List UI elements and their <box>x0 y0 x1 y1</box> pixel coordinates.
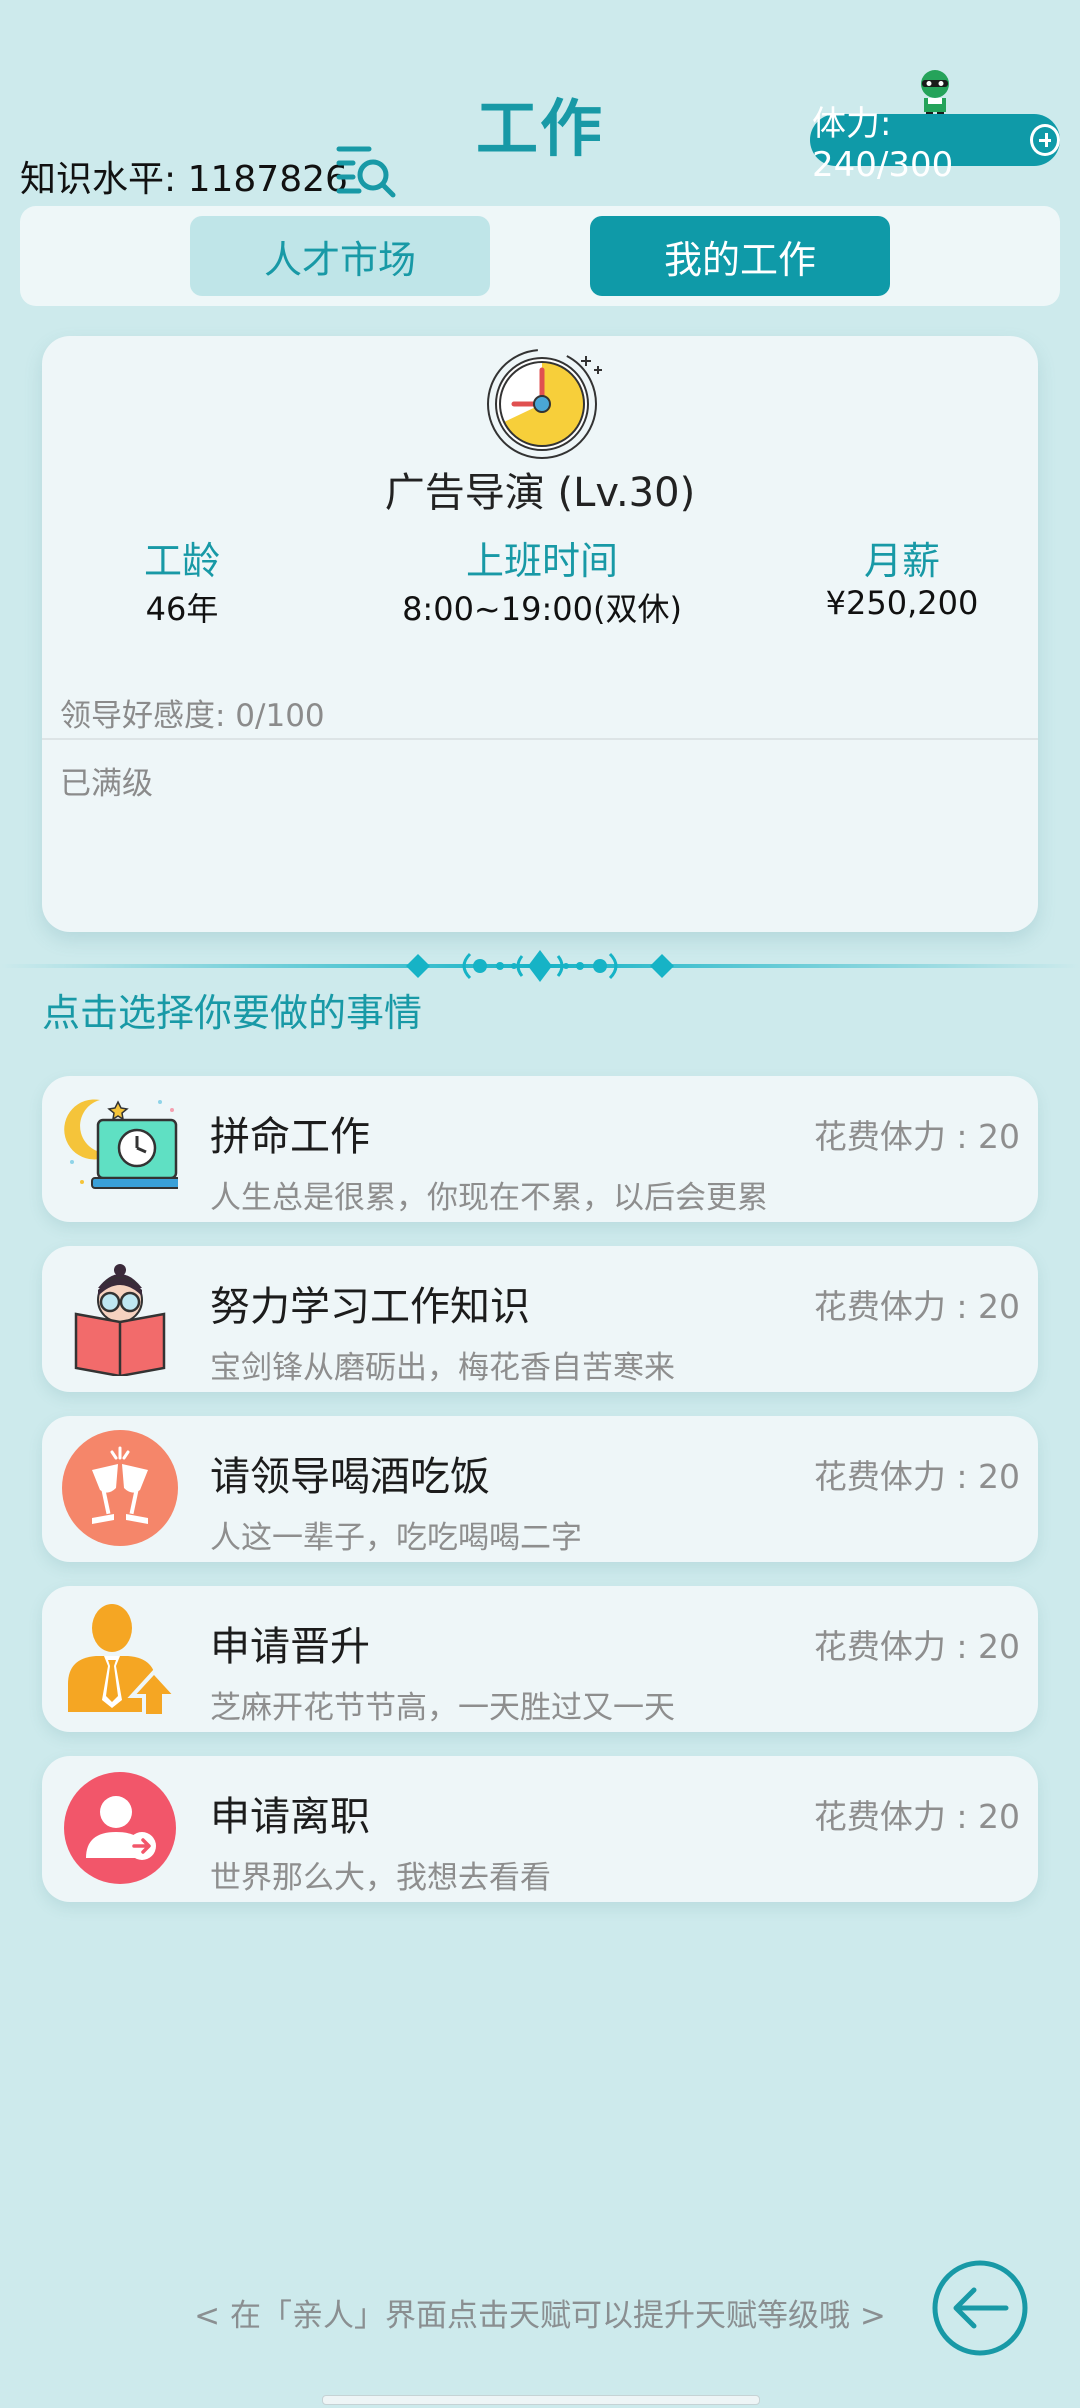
action-cost: 花费体力 : 20 <box>813 1627 1020 1666</box>
search-list-icon[interactable] <box>335 143 401 199</box>
action-cost: 花费体力 : 20 <box>813 1287 1020 1326</box>
action-work-hard[interactable]: 拼命工作 花费体力 : 20 人生总是很累，你现在不累，以后会更累 <box>42 1076 1038 1222</box>
action-study[interactable]: 努力学习工作知识 花费体力 : 20 宝剑锋从磨砺出，梅花香自苦寒来 <box>42 1246 1038 1392</box>
divider <box>42 738 1038 740</box>
action-subtitle: 芝麻开花节节高，一天胜过又一天 <box>210 1690 675 1726</box>
action-subtitle: 宝剑锋从磨砺出，梅花香自苦寒来 <box>210 1350 675 1386</box>
action-subtitle: 人这一辈子，吃吃喝喝二字 <box>210 1520 582 1556</box>
clock-icon <box>482 342 612 462</box>
stat-label-salary: 月薪 <box>863 539 940 583</box>
boss-favor: 领导好感度: 0/100 <box>60 698 325 734</box>
add-stamina-icon[interactable] <box>1030 124 1060 156</box>
stat-value-hours: 8:00~19:00(双休) <box>402 590 682 628</box>
action-treat-boss[interactable]: 请领导喝酒吃饭 花费体力 : 20 人这一辈子，吃吃喝喝二字 <box>42 1416 1038 1562</box>
promotion-icon <box>62 1600 181 1718</box>
action-cost: 花费体力 : 20 <box>813 1797 1020 1836</box>
reading-book-icon <box>62 1260 178 1378</box>
stamina-indicator[interactable]: 体力: 240/300 <box>810 104 1060 185</box>
knowledge-level: 知识水平: 1187826 <box>20 159 348 200</box>
wine-glasses-icon <box>62 1430 178 1546</box>
action-title: 申请离职 <box>210 1794 370 1840</box>
stat-label-seniority: 工龄 <box>143 539 220 583</box>
action-subtitle: 世界那么大，我想去看看 <box>210 1860 551 1896</box>
action-title: 努力学习工作知识 <box>210 1284 530 1330</box>
stat-value-salary: ¥250,200 <box>825 584 979 622</box>
action-title: 申请晋升 <box>210 1624 370 1670</box>
job-card: 广告导演 (Lv.30) 工龄 46年 上班时间 8:00~19:00(双休) … <box>42 336 1038 932</box>
action-subtitle: 人生总是很累，你现在不累，以后会更累 <box>210 1180 768 1216</box>
tab-my-job[interactable]: 我的工作 <box>590 216 890 296</box>
action-cost: 花费体力 : 20 <box>813 1117 1020 1156</box>
tab-bar: 人才市场 我的工作 <box>20 206 1060 306</box>
level-status: 已满级 <box>60 766 153 802</box>
moon-laptop-icon <box>62 1090 181 1206</box>
back-button[interactable] <box>930 2258 1030 2358</box>
action-resign[interactable]: 申请离职 花费体力 : 20 世界那么大，我想去看看 <box>42 1756 1038 1902</box>
home-indicator <box>322 2395 760 2405</box>
action-title: 请领导喝酒吃饭 <box>210 1454 490 1500</box>
stat-value-seniority: 46年 <box>145 590 219 628</box>
action-cost: 花费体力 : 20 <box>813 1457 1020 1496</box>
section-heading: 点击选择你要做的事情 <box>42 991 423 1035</box>
stamina-text: 体力: 240/300 <box>812 103 954 185</box>
back-arrow-icon <box>932 2260 1028 2356</box>
footer-tip: < 在「亲人」界面点击天赋可以提升天赋等级哦 > <box>194 2298 886 2334</box>
tab-talent-market[interactable]: 人才市场 <box>190 216 490 296</box>
action-promotion[interactable]: 申请晋升 花费体力 : 20 芝麻开花节节高，一天胜过又一天 <box>42 1586 1038 1732</box>
job-name: 广告导演 (Lv.30) <box>384 470 696 516</box>
resign-icon <box>62 1770 178 1886</box>
action-title: 拼命工作 <box>210 1114 370 1160</box>
stat-label-hours: 上班时间 <box>465 539 618 583</box>
